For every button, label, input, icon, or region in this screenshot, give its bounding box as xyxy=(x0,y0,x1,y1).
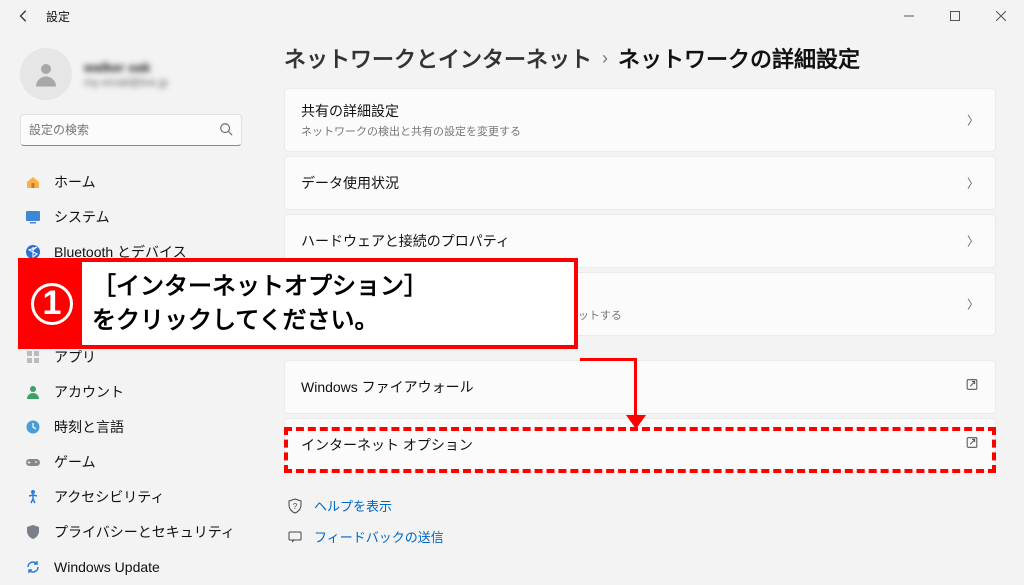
help-icon: ? xyxy=(286,497,304,515)
profile-block[interactable]: walker oak my-email@live.jp xyxy=(12,40,260,114)
card-data-usage[interactable]: データ使用状況 〉 xyxy=(284,156,996,210)
sidebar-item-privacy[interactable]: プライバシーとセキュリティ xyxy=(14,515,246,549)
card-title: Windows ファイアウォール xyxy=(301,377,474,397)
sidebar-item-time-language[interactable]: 時刻と言語 xyxy=(14,410,246,444)
arrow-connector xyxy=(634,358,637,418)
chevron-right-icon: 〉 xyxy=(967,175,979,192)
sidebar-item-label: 時刻と言語 xyxy=(54,417,124,437)
sidebar-item-label: ゲーム xyxy=(54,452,96,472)
external-link-icon xyxy=(965,436,979,455)
sidebar-item-gaming[interactable]: ゲーム xyxy=(14,445,246,479)
sidebar-item-accounts[interactable]: アカウント xyxy=(14,375,246,409)
instruction-callout: 1 ［インターネットオプション］ をクリックしてください。 xyxy=(18,258,578,349)
card-title: 共有の詳細設定 xyxy=(301,101,399,121)
card-windows-firewall[interactable]: Windows ファイアウォール xyxy=(284,360,996,414)
apps-icon xyxy=(24,348,42,366)
sidebar-item-home[interactable]: ホーム xyxy=(14,165,246,199)
profile-email: my-email@live.jp xyxy=(84,77,168,89)
sidebar-item-label: アクセシビリティ xyxy=(54,487,164,507)
clock-globe-icon xyxy=(24,418,42,436)
search-input-wrap[interactable] xyxy=(20,114,242,146)
chevron-right-icon: 〉 xyxy=(967,233,979,250)
card-title: データ使用状況 xyxy=(301,173,399,193)
gamepad-icon xyxy=(24,453,42,471)
instruction-number-badge: 1 xyxy=(22,262,82,345)
search-icon xyxy=(219,122,233,139)
sidebar-item-label: ホーム xyxy=(54,172,96,192)
feedback-icon xyxy=(286,528,304,546)
instruction-line1: ［インターネットオプション］ xyxy=(92,270,428,304)
svg-text:?: ? xyxy=(293,502,298,511)
breadcrumb-level1[interactable]: ネットワークとインターネット xyxy=(284,42,592,74)
breadcrumb: ネットワークとインターネット › ネットワークの詳細設定 xyxy=(284,40,996,88)
feedback-link[interactable]: フィードバックの送信 xyxy=(284,521,996,552)
nav-list: ホーム システム Bluetooth とデバイス ネットワークとインターネット … xyxy=(12,164,260,585)
instruction-line2: をクリックしてください。 xyxy=(92,304,428,338)
system-icon xyxy=(24,208,42,226)
sidebar-item-windows-update[interactable]: Windows Update xyxy=(14,550,246,584)
avatar xyxy=(20,48,72,100)
arrow-head-icon xyxy=(626,415,646,429)
person-icon xyxy=(24,383,42,401)
update-icon xyxy=(24,558,42,576)
instruction-text: ［インターネットオプション］ をクリックしてください。 xyxy=(82,262,438,345)
card-advanced-sharing[interactable]: 共有の詳細設定 ネットワークの検出と共有の設定を変更する 〉 xyxy=(284,88,996,152)
card-title: ハードウェアと接続のプロパティ xyxy=(301,231,510,251)
minimize-button[interactable] xyxy=(886,0,932,32)
arrow-connector xyxy=(580,358,636,361)
help-link[interactable]: ? ヘルプを表示 xyxy=(284,490,996,521)
accessibility-icon xyxy=(24,488,42,506)
maximize-button[interactable] xyxy=(932,0,978,32)
page-title: ネットワークの詳細設定 xyxy=(618,42,860,74)
close-button[interactable] xyxy=(978,0,1024,32)
sidebar-item-label: プライバシーとセキュリティ xyxy=(54,522,235,542)
window-controls xyxy=(886,0,1024,32)
profile-name: walker oak xyxy=(84,60,168,75)
window-title: 設定 xyxy=(46,8,70,25)
search-input[interactable] xyxy=(29,123,219,137)
chevron-right-icon: 〉 xyxy=(967,112,979,129)
sidebar-item-label: システム xyxy=(54,207,110,227)
link-label: ヘルプを表示 xyxy=(314,496,392,515)
home-icon xyxy=(24,173,42,191)
chevron-right-icon: › xyxy=(602,48,608,69)
sidebar-item-label: Windows Update xyxy=(54,559,160,575)
external-link-icon xyxy=(965,378,979,397)
chevron-right-icon: 〉 xyxy=(967,296,979,313)
sidebar-item-label: アプリ xyxy=(54,347,96,367)
link-label: フィードバックの送信 xyxy=(314,527,444,546)
titlebar: 設定 xyxy=(0,0,1024,32)
profile-text: walker oak my-email@live.jp xyxy=(84,60,168,89)
card-subtitle: ネットワークの検出と共有の設定を変更する xyxy=(301,123,521,139)
sidebar-item-system[interactable]: システム xyxy=(14,200,246,234)
sidebar-item-label: アカウント xyxy=(54,382,124,402)
sidebar-item-accessibility[interactable]: アクセシビリティ xyxy=(14,480,246,514)
shield-icon xyxy=(24,523,42,541)
card-title: インターネット オプション xyxy=(301,435,473,455)
back-button[interactable] xyxy=(6,0,42,32)
